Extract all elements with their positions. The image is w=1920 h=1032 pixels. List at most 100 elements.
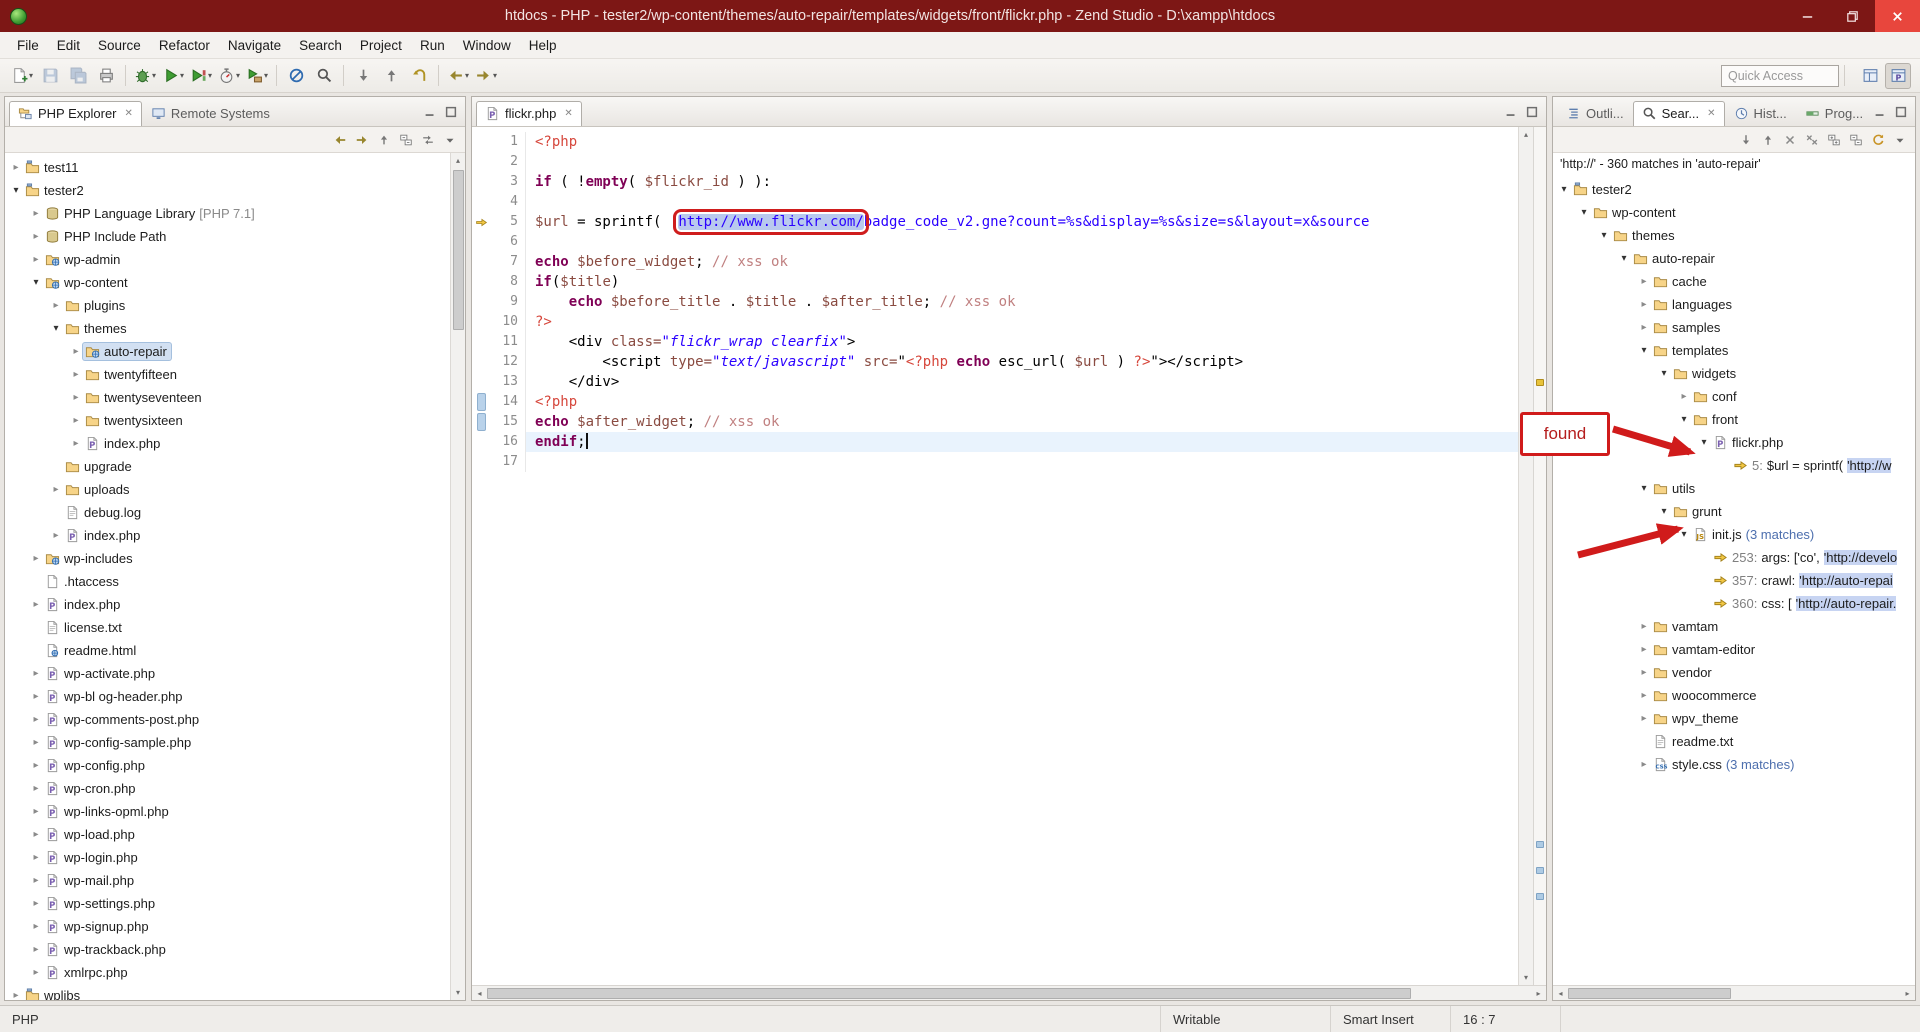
- expand-expander-icon[interactable]: ▸: [29, 737, 43, 748]
- tree-item-index-php[interactable]: ▸Pindex.php: [9, 432, 465, 455]
- code-line-8[interactable]: 8if($title): [472, 272, 1518, 292]
- expand-expander-icon[interactable]: ▸: [9, 162, 23, 173]
- menu-search[interactable]: Search: [290, 34, 351, 57]
- tree-item-plugins[interactable]: ▸plugins: [9, 294, 465, 317]
- expand-expander-icon[interactable]: ▸: [29, 783, 43, 794]
- link-with-editor-button[interactable]: [417, 130, 438, 150]
- expand-expander-icon[interactable]: ▸: [29, 208, 43, 219]
- up-button[interactable]: [373, 130, 394, 150]
- minimize-window-button[interactable]: [1785, 0, 1830, 32]
- tree-item-cache[interactable]: ▸cache: [1557, 270, 1915, 293]
- expand-expander-icon[interactable]: ▸: [29, 668, 43, 679]
- menu-window[interactable]: Window: [454, 34, 520, 57]
- code-line-16[interactable]: 16endif;: [472, 432, 1518, 452]
- expand-expander-icon[interactable]: ▸: [1637, 667, 1651, 678]
- tree-item-index-php[interactable]: ▸Pindex.php: [9, 593, 465, 616]
- tree-item-readme-txt[interactable]: readme.txt: [1557, 730, 1915, 753]
- scrollbar-thumb[interactable]: [453, 170, 464, 330]
- maximize-view-button[interactable]: [440, 102, 461, 122]
- expand-expander-icon[interactable]: ▸: [49, 484, 63, 495]
- code-line-9[interactable]: 9 echo $before_title . $title . $after_t…: [472, 292, 1518, 312]
- expand-expander-icon[interactable]: ▸: [29, 921, 43, 932]
- minimize-view-button[interactable]: [1869, 102, 1890, 122]
- tree-item-wp-signup-php[interactable]: ▸Pwp-signup.php: [9, 915, 465, 938]
- tree-item-tester2[interactable]: ▾tester2: [9, 179, 465, 202]
- overview-match-marker[interactable]: [1536, 379, 1544, 386]
- expand-expander-icon[interactable]: ▸: [69, 346, 83, 357]
- tree-item-style-css[interactable]: ▸CSSstyle.css (3 matches): [1557, 753, 1915, 776]
- profile-button[interactable]: ▾: [216, 63, 242, 89]
- editor-horizontal-scrollbar[interactable]: ◂ ▸: [472, 985, 1546, 1000]
- scroll-down-icon[interactable]: ▾: [451, 985, 466, 1000]
- save-button[interactable]: [37, 63, 63, 89]
- tree-item-samples[interactable]: ▸samples: [1557, 316, 1915, 339]
- tree-item-themes[interactable]: ▾themes: [9, 317, 465, 340]
- overview-change-marker[interactable]: [1536, 841, 1544, 848]
- tree-item-twentysixteen[interactable]: ▸twentysixteen: [9, 409, 465, 432]
- tree-item-debug-log[interactable]: debug.log: [9, 501, 465, 524]
- search-match-row[interactable]: 5: $url = sprintf( 'http://w: [1557, 454, 1915, 477]
- search-tab-sear[interactable]: Sear...✕: [1633, 101, 1725, 126]
- forward-button[interactable]: [351, 130, 372, 150]
- scroll-left-icon[interactable]: ◂: [472, 986, 487, 1001]
- minimize-view-button[interactable]: [419, 102, 440, 122]
- tree-item-readme-html[interactable]: readme.html: [9, 639, 465, 662]
- back-button[interactable]: [329, 130, 350, 150]
- expand-expander-icon[interactable]: ▸: [69, 392, 83, 403]
- tree-item-wp-config-php[interactable]: ▸Pwp-config.php: [9, 754, 465, 777]
- collapse-expander-icon[interactable]: ▾: [49, 323, 63, 334]
- collapse-expander-icon[interactable]: ▾: [1697, 437, 1711, 448]
- expand-expander-icon[interactable]: ▸: [29, 760, 43, 771]
- tree-item-grunt[interactable]: ▾grunt: [1557, 500, 1915, 523]
- expand-expander-icon[interactable]: ▸: [1637, 713, 1651, 724]
- debug-button[interactable]: ▾: [132, 63, 158, 89]
- collapse-expander-icon[interactable]: ▾: [9, 185, 23, 196]
- code-line-10[interactable]: 10?>: [472, 312, 1518, 332]
- expand-expander-icon[interactable]: ▸: [1637, 322, 1651, 333]
- tree-item-vamtam-editor[interactable]: ▸vamtam-editor: [1557, 638, 1915, 661]
- code-line-7[interactable]: 7echo $before_widget; // xss ok: [472, 252, 1518, 272]
- scroll-right-icon[interactable]: ▸: [1900, 986, 1915, 1001]
- previous-annotation-button[interactable]: [378, 63, 404, 89]
- search-horizontal-scrollbar[interactable]: ◂ ▸: [1553, 985, 1915, 1000]
- code-area[interactable]: 1<?php23if ( !empty( $flickr_id ) ):45$u…: [472, 127, 1518, 985]
- explorer-tab-remote-systems[interactable]: Remote Systems: [142, 101, 279, 126]
- search-tab-hist[interactable]: Hist...: [1725, 101, 1796, 126]
- expand-expander-icon[interactable]: ▸: [1637, 276, 1651, 287]
- expand-expander-icon[interactable]: ▸: [29, 714, 43, 725]
- tree-item-wp-bl-og-header-php[interactable]: ▸Pwp-bl og-header.php: [9, 685, 465, 708]
- editor-tab-flickr-php[interactable]: Pflickr.php✕: [476, 101, 582, 126]
- search-match-row[interactable]: 360: css: ['http://auto-repair.: [1557, 592, 1915, 615]
- expand-expander-icon[interactable]: ▸: [29, 875, 43, 886]
- code-line-12[interactable]: 12 <script type="text/javascript" src="<…: [472, 352, 1518, 372]
- expand-expander-icon[interactable]: ▸: [29, 254, 43, 265]
- maximize-editor-button[interactable]: [1521, 102, 1542, 122]
- tree-item-languages[interactable]: ▸languages: [1557, 293, 1915, 316]
- expand-expander-icon[interactable]: ▸: [1637, 759, 1651, 770]
- tree-item-woocommerce[interactable]: ▸woocommerce: [1557, 684, 1915, 707]
- menu-file[interactable]: File: [8, 34, 48, 57]
- expand-all-button[interactable]: [1823, 130, 1844, 150]
- tree-item-templates[interactable]: ▾templates: [1557, 339, 1915, 362]
- scroll-down-icon[interactable]: ▾: [1519, 970, 1534, 985]
- tree-item-twentyfifteen[interactable]: ▸twentyfifteen: [9, 363, 465, 386]
- expand-expander-icon[interactable]: ▸: [29, 691, 43, 702]
- run-search-again-button[interactable]: [1867, 130, 1888, 150]
- expand-expander-icon[interactable]: ▸: [29, 967, 43, 978]
- tree-item-wp-comments-post-php[interactable]: ▸Pwp-comments-post.php: [9, 708, 465, 731]
- menu-edit[interactable]: Edit: [48, 34, 89, 57]
- last-edit-location-button[interactable]: [406, 63, 432, 89]
- php-perspective-button[interactable]: P: [1885, 63, 1911, 89]
- close-tab-icon[interactable]: ✕: [125, 108, 133, 119]
- tree-item-htaccess[interactable]: .htaccess: [9, 570, 465, 593]
- tree-item-wp-settings-php[interactable]: ▸Pwp-settings.php: [9, 892, 465, 915]
- overview-ruler[interactable]: [1533, 127, 1546, 985]
- collapse-all-button[interactable]: [1845, 130, 1866, 150]
- tree-item-wp-links-opml-php[interactable]: ▸Pwp-links-opml.php: [9, 800, 465, 823]
- collapse-expander-icon[interactable]: ▾: [1677, 414, 1691, 425]
- tree-item-upgrade[interactable]: upgrade: [9, 455, 465, 478]
- close-window-button[interactable]: [1875, 0, 1920, 32]
- code-line-15[interactable]: 15echo $after_widget; // xss ok: [472, 412, 1518, 432]
- tree-item-uploads[interactable]: ▸uploads: [9, 478, 465, 501]
- tree-item-tester2[interactable]: ▾tester2: [1557, 178, 1915, 201]
